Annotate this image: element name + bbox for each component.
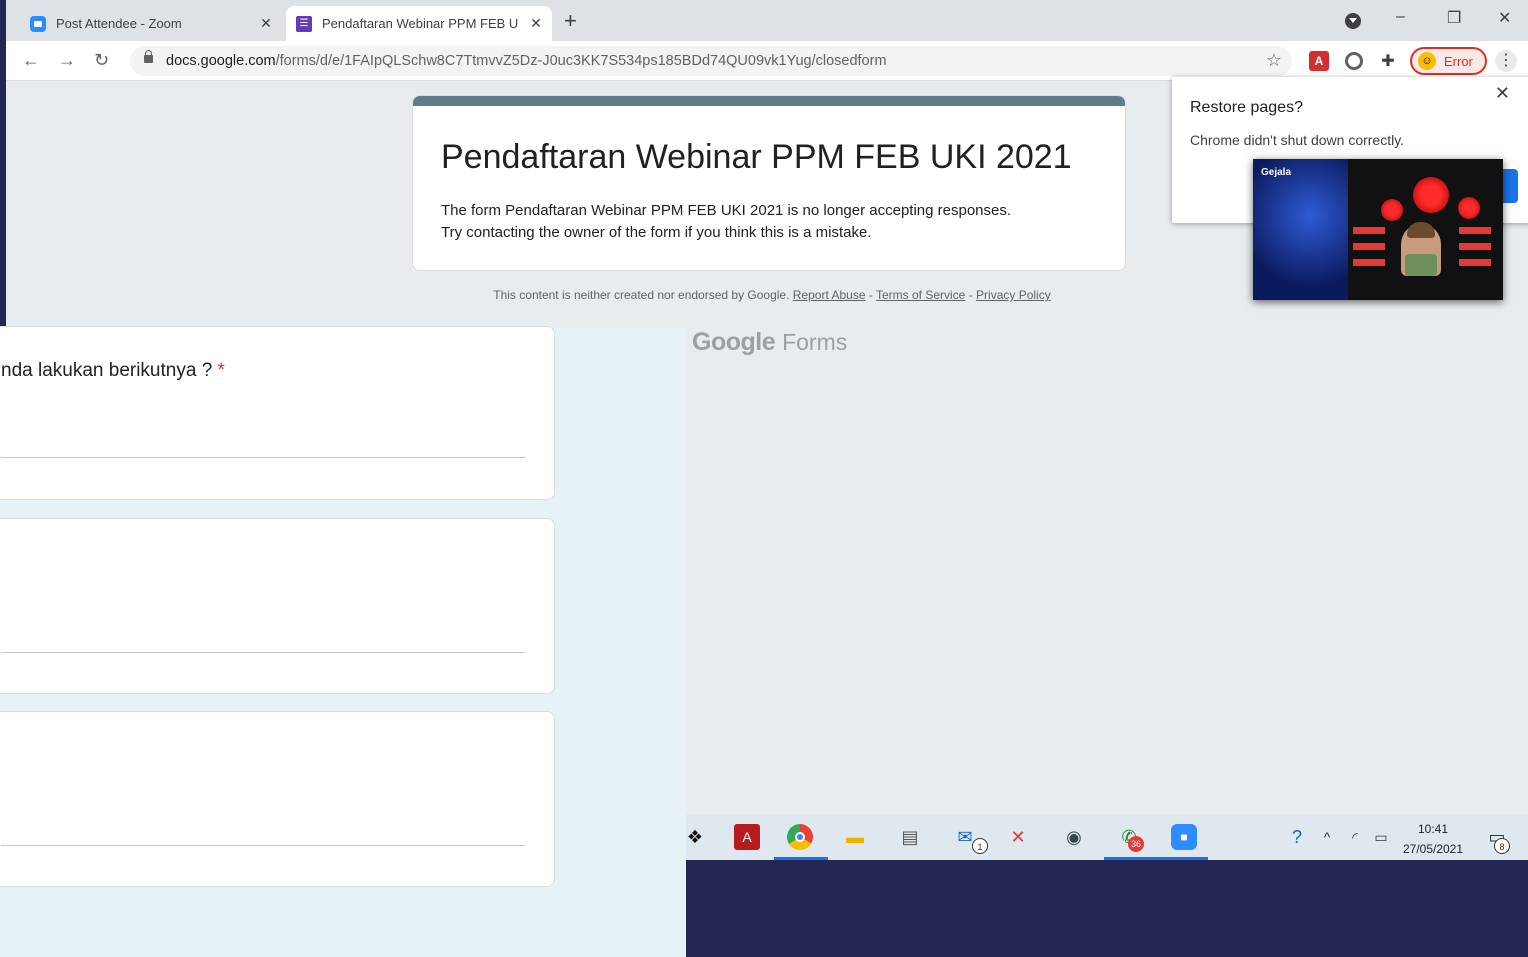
extensions-puzzle-icon[interactable]: ✚: [1378, 51, 1398, 71]
dropbox-icon[interactable]: ❖: [682, 824, 708, 850]
whatsapp-badge: 36: [1128, 836, 1144, 852]
question-card: nda lakukan berikutnya ? *: [0, 326, 555, 500]
symptom-label-box: [1459, 227, 1491, 234]
virus-icon: [1458, 197, 1480, 219]
help-icon[interactable]: ?: [1284, 824, 1310, 850]
close-icon[interactable]: ✕: [1495, 83, 1510, 104]
tab-strip: Post Attendee - Zoom ✕ Pendaftaran Webin…: [6, 0, 1528, 41]
new-tab-button[interactable]: +: [564, 10, 577, 32]
camera-icon[interactable]: ◉: [1061, 824, 1087, 850]
form-closed-message: The form Pendaftaran Webinar PPM FEB UKI…: [441, 200, 1011, 244]
lock-icon[interactable]: [144, 50, 153, 63]
terms-link[interactable]: Terms of Service: [876, 288, 965, 302]
desktop-background: [686, 860, 1528, 957]
restore-title: Restore pages?: [1190, 99, 1303, 116]
background-form-window: nda lakukan berikutnya ? *: [0, 326, 686, 957]
address-bar[interactable]: docs.google.com/forms/d/e/1FAIpQLSchw8C7…: [130, 46, 1292, 76]
tab-search-icon[interactable]: [1345, 13, 1361, 29]
wifi-icon[interactable]: ◜: [1342, 824, 1368, 850]
zoom-icon: [30, 15, 46, 32]
answer-input[interactable]: [1, 845, 525, 846]
battery-icon[interactable]: ▭: [1368, 824, 1394, 850]
tab-title: Pendaftaran Webinar PPM FEB U: [322, 16, 519, 31]
google-forms-icon: [296, 15, 312, 32]
thumbnail-blue-panel: [1253, 159, 1348, 300]
required-mark: *: [217, 360, 225, 381]
chevron-up-icon[interactable]: ^: [1314, 824, 1340, 850]
form-message-line: Try contacting the owner of the form if …: [441, 224, 872, 241]
zoom-taskbar-icon[interactable]: ■: [1171, 824, 1197, 850]
virus-icon: [1413, 177, 1449, 213]
form-accent-bar: [413, 96, 1125, 106]
google-wordmark: Google: [692, 328, 776, 356]
chrome-menu-icon[interactable]: ⋮: [1495, 50, 1517, 72]
reload-icon[interactable]: ↻: [94, 50, 109, 70]
restore-window-button[interactable]: ❐: [1447, 8, 1461, 28]
chrome-window-lower: Google Forms ❖ A ▬ ▤ ✉ 1 ✕ ◉ ✆ 36 ■ ? ^ …: [686, 328, 1528, 957]
tab-zoom[interactable]: Post Attendee - Zoom ✕: [20, 6, 282, 41]
tab-title: Post Attendee - Zoom: [56, 16, 182, 31]
extension-circle-icon[interactable]: [1344, 51, 1364, 71]
question-card: [0, 711, 555, 887]
url-text[interactable]: docs.google.com/forms/d/e/1FAIpQLSchw8C7…: [166, 53, 887, 69]
screen: Post Attendee - Zoom ✕ Pendaftaran Webin…: [0, 0, 1528, 957]
symptom-label-box: [1353, 227, 1385, 234]
chrome-icon[interactable]: [787, 824, 813, 850]
acrobat-extension-icon[interactable]: A: [1309, 51, 1329, 71]
back-icon[interactable]: ←: [22, 50, 40, 70]
browser-toolbar: ← → ↻ docs.google.com/forms/d/e/1FAIpQLS…: [6, 41, 1528, 81]
question-label: nda lakukan berikutnya ?: [1, 360, 213, 381]
url-host: docs.google.com: [166, 53, 276, 69]
bookmark-star-icon[interactable]: ☆: [1266, 50, 1282, 71]
close-window-button[interactable]: ✕: [1498, 8, 1511, 28]
mail-badge: 1: [972, 838, 988, 854]
x-app-icon[interactable]: ✕: [1005, 824, 1031, 850]
answer-input[interactable]: [1, 457, 525, 458]
symptom-label-box: [1353, 259, 1385, 266]
person-illustration: [1401, 222, 1441, 276]
form-title: Pendaftaran Webinar PPM FEB UKI 2021: [441, 138, 1072, 176]
clock-time: 10:41: [1417, 822, 1449, 836]
clock-date: 27/05/2021: [1402, 842, 1464, 856]
profile-error-button[interactable]: ☺ Error: [1410, 47, 1487, 75]
separator: -: [868, 288, 873, 302]
question-card: [0, 518, 555, 694]
answer-input[interactable]: [1, 652, 525, 653]
restore-message: Chrome didn't shut down correctly.: [1190, 132, 1405, 148]
windows-taskbar: ❖ A ▬ ▤ ✉ 1 ✕ ◉ ✆ 36 ■ ? ^ ◜ ▭ 10:41 27/…: [686, 814, 1528, 860]
tab-close-icon[interactable]: ✕: [256, 15, 276, 32]
virus-icon: [1381, 199, 1403, 221]
report-abuse-link[interactable]: Report Abuse: [793, 288, 866, 302]
forward-icon[interactable]: →: [58, 50, 76, 70]
symptom-label-box: [1459, 259, 1491, 266]
tab-close-icon[interactable]: ✕: [526, 15, 546, 32]
url-path: /forms/d/e/1FAIpQLSchw8C7TtmvvZ5Dz-J0uc3…: [275, 53, 887, 69]
system-clock[interactable]: 10:41 27/05/2021: [1398, 819, 1468, 859]
notification-badge: 8: [1494, 838, 1510, 854]
file-explorer-icon[interactable]: ▬: [842, 824, 868, 850]
slide-thumbnail: Gejala: [1253, 159, 1503, 300]
privacy-link[interactable]: Privacy Policy: [976, 288, 1051, 302]
network-tool-icon[interactable]: ▤: [897, 824, 923, 850]
acrobat-icon[interactable]: A: [734, 824, 760, 850]
forms-wordmark: Forms: [782, 329, 848, 355]
thumbnail-label: Gejala: [1261, 167, 1292, 178]
minimize-button[interactable]: –: [1396, 8, 1405, 26]
separator: -: [968, 288, 973, 302]
profile-error-label: Error: [1444, 53, 1473, 69]
closed-form-card: Pendaftaran Webinar PPM FEB UKI 2021 The…: [412, 95, 1126, 271]
tab-forms[interactable]: Pendaftaran Webinar PPM FEB U ✕: [286, 6, 552, 41]
disclaimer-text: This content is neither created nor endo…: [493, 288, 790, 302]
form-message-line: The form Pendaftaran Webinar PPM FEB UKI…: [441, 202, 1012, 219]
question-text: nda lakukan berikutnya ? *: [1, 360, 225, 382]
google-forms-logo[interactable]: Google Forms: [692, 328, 847, 357]
avatar: ☺: [1418, 52, 1436, 70]
symptom-label-box: [1459, 243, 1491, 250]
symptom-label-box: [1353, 243, 1385, 250]
